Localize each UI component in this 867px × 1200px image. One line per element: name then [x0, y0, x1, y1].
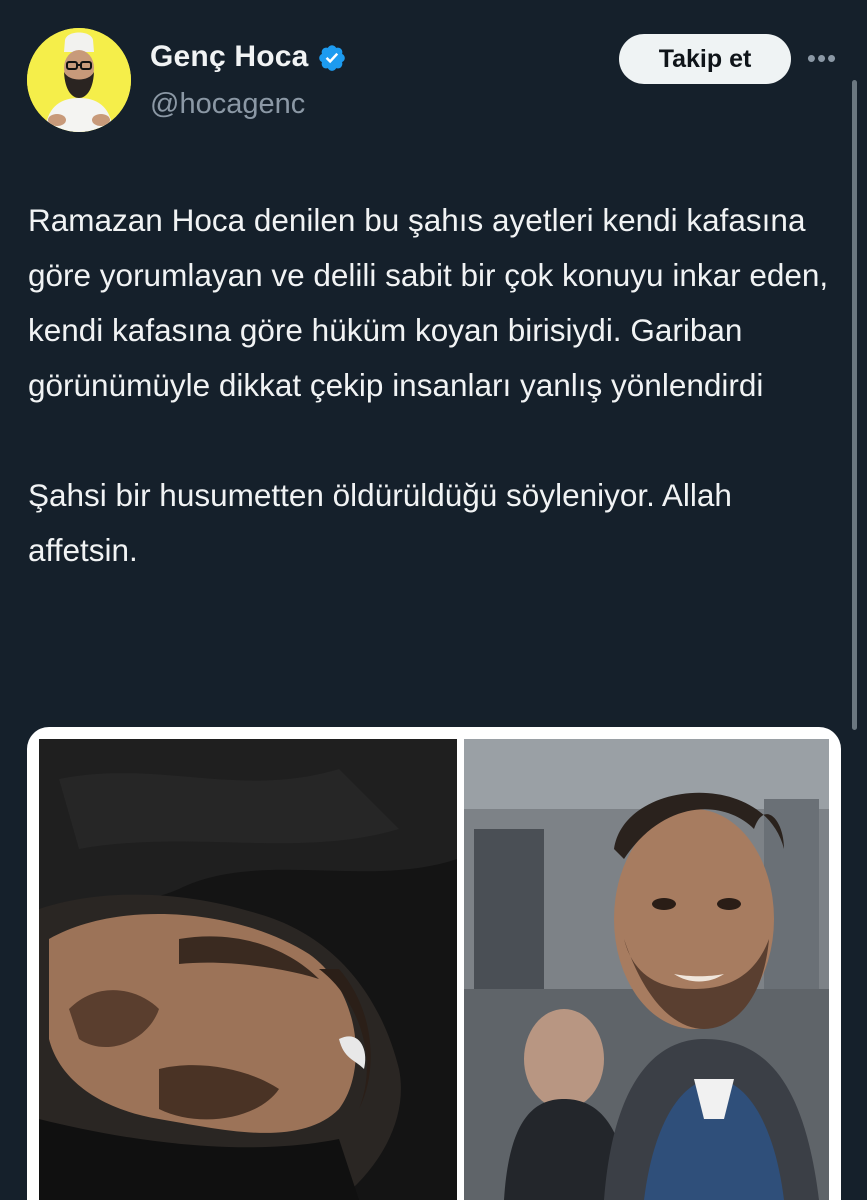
media-photo-right[interactable] [464, 739, 829, 1200]
tweet-page: Genç Hoca @hocagenc Takip et ••• Ramazan… [0, 0, 867, 1200]
author-handle[interactable]: @hocagenc [150, 88, 305, 121]
avatar-image [27, 28, 131, 132]
more-horizontal-icon[interactable]: ••• [806, 42, 838, 74]
author-display-name[interactable]: Genç Hoca [150, 40, 309, 74]
verified-badge-icon[interactable] [317, 43, 347, 73]
author-avatar[interactable] [27, 28, 131, 132]
follow-button[interactable]: Takip et [619, 34, 791, 84]
scrollbar[interactable] [852, 80, 857, 730]
tweet-media[interactable] [27, 727, 841, 1200]
tweet-paragraph: Ramazan Hoca denilen bu şahıs ayetleri k… [28, 202, 829, 403]
tweet-text: Ramazan Hoca denilen bu şahıs ayetleri k… [28, 193, 848, 578]
media-photo-left[interactable] [39, 739, 457, 1200]
tweet-paragraph: Şahsi bir husumetten öldürüldüğü söyleni… [28, 477, 732, 568]
author-name-row: Genç Hoca [150, 40, 347, 74]
